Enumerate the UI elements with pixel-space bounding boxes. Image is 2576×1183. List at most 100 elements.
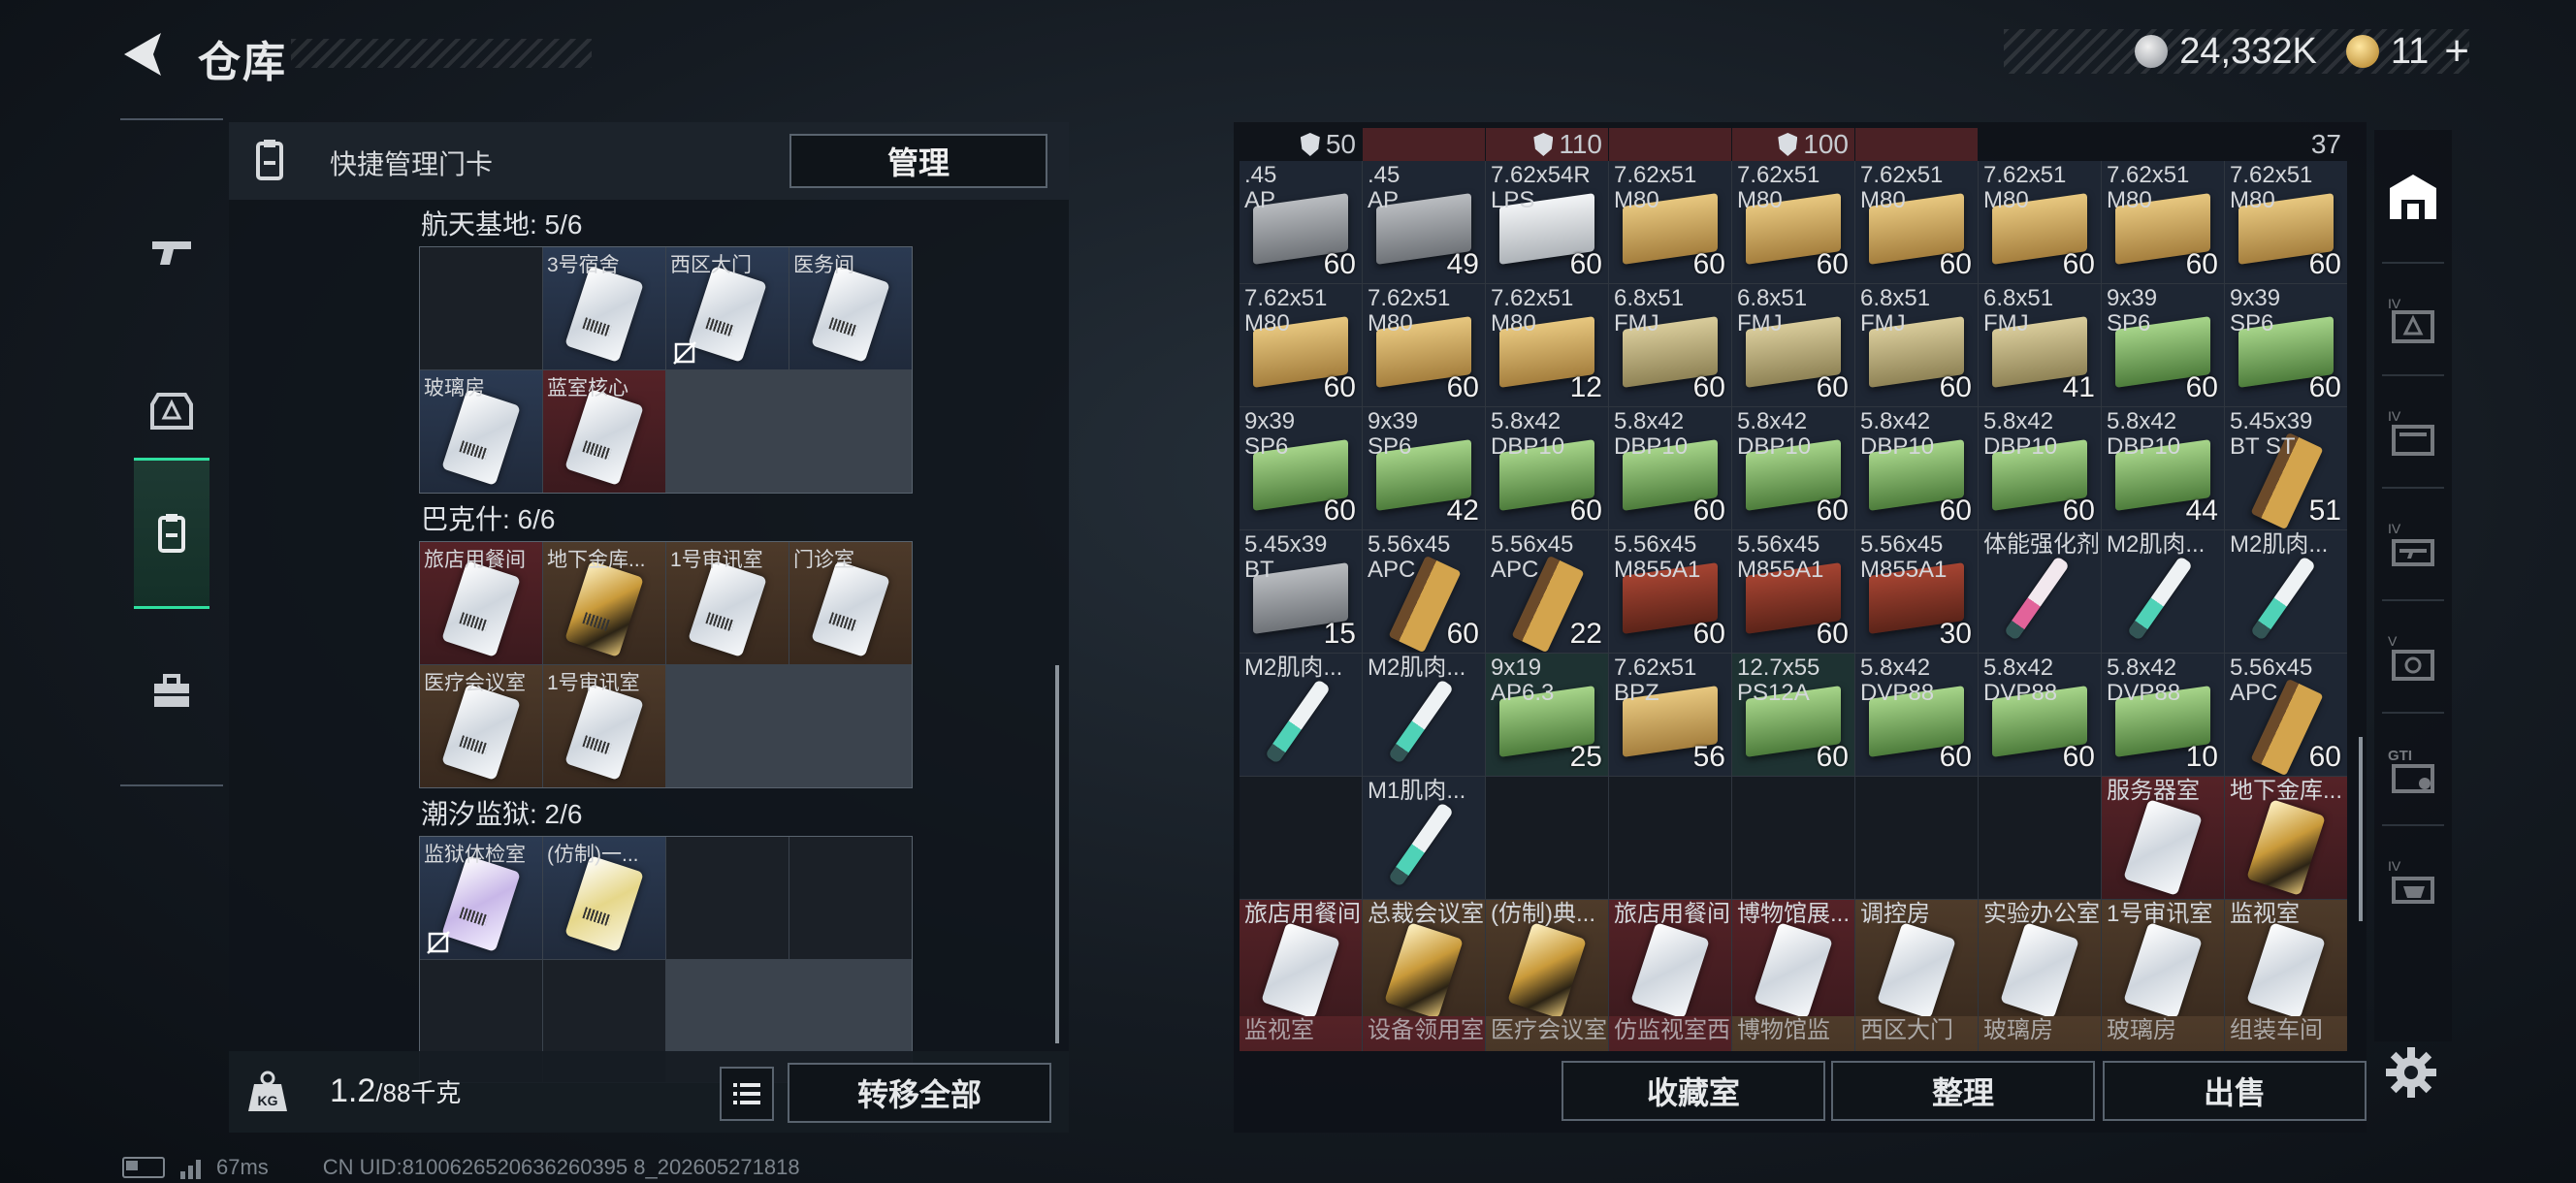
- inventory-item[interactable]: M2肌肉...: [2225, 530, 2347, 653]
- inventory-item[interactable]: 监视室: [1240, 1016, 1362, 1051]
- keycard-slot[interactable]: 西区大门: [666, 247, 789, 369]
- inventory-item[interactable]: .45 AP 60: [1240, 161, 1362, 283]
- inventory-item[interactable]: 监视室: [2225, 900, 2347, 1022]
- nav-keycards[interactable]: [134, 458, 209, 609]
- inventory-item[interactable]: 9x39 SP6 60: [2102, 284, 2224, 406]
- inventory-item[interactable]: 西区大门: [1855, 1016, 1978, 1051]
- inventory-item[interactable]: 9x19 AP6.3 25: [1486, 654, 1608, 776]
- list-view-button[interactable]: [720, 1067, 774, 1121]
- nav-weapons[interactable]: [134, 178, 209, 324]
- inventory-item[interactable]: 7.62x51 M80 60: [2225, 161, 2347, 283]
- inventory-item[interactable]: 博物馆监: [1732, 1016, 1854, 1051]
- inventory-item[interactable]: 7.62x51 M80 60: [1732, 161, 1854, 283]
- inventory-item[interactable]: 旅店用餐间: [1609, 900, 1731, 1022]
- inventory-item[interactable]: 总裁会议室: [1363, 900, 1485, 1022]
- inventory-item[interactable]: 体能强化剂: [1979, 530, 2101, 653]
- inventory-item[interactable]: 7.62x51 M80 60: [1609, 161, 1731, 283]
- tab-storage-4[interactable]: V: [2382, 609, 2444, 706]
- inventory-item[interactable]: 5.56x45 M855A1 60: [1732, 530, 1854, 653]
- sell-button[interactable]: 出售: [2103, 1061, 2367, 1121]
- inventory-item[interactable]: 博物馆展...: [1732, 900, 1854, 1022]
- inventory-item[interactable]: 旅店用餐间: [1240, 900, 1362, 1022]
- manage-button[interactable]: 管理: [789, 134, 1047, 188]
- inventory-item[interactable]: 设备领用室: [1363, 1016, 1485, 1051]
- inventory-item[interactable]: 12.7x55 PS12A 60: [1732, 654, 1854, 776]
- inventory-item[interactable]: 7.62x51 M80 60: [1979, 161, 2101, 283]
- organize-button[interactable]: 整理: [1831, 1061, 2095, 1121]
- inventory-item[interactable]: 6.8x51 FMJ 60: [1609, 284, 1731, 406]
- inventory-item[interactable]: 5.8x42 DBP10 60: [1609, 407, 1731, 529]
- inventory-item[interactable]: M1肌肉...: [1363, 777, 1485, 899]
- transfer-all-button[interactable]: 转移全部: [788, 1063, 1051, 1123]
- top-row-cell[interactable]: [1363, 128, 1485, 161]
- top-row-cell[interactable]: [2102, 128, 2224, 161]
- inventory-item[interactable]: 玻璃房: [2102, 1016, 2224, 1051]
- back-arrow-icon[interactable]: [118, 29, 167, 80]
- inventory-item[interactable]: 5.45x39 BT ST 51: [2225, 407, 2347, 529]
- keycard-slot[interactable]: (仿制)一...: [543, 837, 665, 959]
- inventory-item[interactable]: 7.62x51 BPZ 56: [1609, 654, 1731, 776]
- inventory-item[interactable]: 5.8x42 DBP10 44: [2102, 407, 2224, 529]
- inventory-item[interactable]: 地下金库...: [2225, 777, 2347, 899]
- inventory-item[interactable]: 6.8x51 FMJ 41: [1979, 284, 2101, 406]
- collection-room-button[interactable]: 收藏室: [1562, 1061, 1825, 1121]
- inventory-item[interactable]: 5.56x45 APC 60: [1363, 530, 1485, 653]
- inventory-item[interactable]: M2肌肉...: [1240, 654, 1362, 776]
- nav-misc[interactable]: [134, 619, 209, 764]
- add-currency-button[interactable]: +: [2444, 27, 2469, 76]
- inventory-item[interactable]: 7.62x54R LPS 60: [1486, 161, 1608, 283]
- keycard-slot[interactable]: 蓝室核心: [543, 370, 665, 493]
- inventory-item[interactable]: 9x39 SP6 60: [1240, 407, 1362, 529]
- inventory-item[interactable]: 5.56x45 M855A1 60: [1609, 530, 1731, 653]
- top-row-cell[interactable]: 110: [1486, 128, 1608, 161]
- inventory-item[interactable]: 7.62x51 M80 60: [2102, 161, 2224, 283]
- inventory-item[interactable]: 实验办公室: [1979, 900, 2101, 1022]
- inventory-item[interactable]: 服务器室: [2102, 777, 2224, 899]
- tab-storage-6[interactable]: IV: [2382, 834, 2444, 931]
- inventory-item[interactable]: (仿制)典...: [1486, 900, 1608, 1022]
- inventory-item[interactable]: 6.8x51 FMJ 60: [1732, 284, 1854, 406]
- inventory-item[interactable]: 5.56x45 APC 22: [1486, 530, 1608, 653]
- tab-storage-1[interactable]: IV: [2382, 272, 2444, 368]
- settings-gear-icon[interactable]: [2382, 1043, 2440, 1102]
- inventory-item[interactable]: 调控房: [1855, 900, 1978, 1022]
- inventory-item[interactable]: M2肌肉...: [1363, 654, 1485, 776]
- inventory-item[interactable]: 6.8x51 FMJ 60: [1855, 284, 1978, 406]
- inventory-item[interactable]: 5.8x42 DBP10 60: [1486, 407, 1608, 529]
- keycard-slot[interactable]: 监狱体检室: [420, 837, 542, 959]
- inventory-item[interactable]: 组装车间: [2225, 1016, 2347, 1051]
- inventory-item[interactable]: 仿监视室西: [1609, 1016, 1731, 1051]
- inventory-item[interactable]: 5.8x42 DBP10 60: [1855, 407, 1978, 529]
- keycard-panel-scrollbar[interactable]: [1055, 665, 1059, 1043]
- keycard-slot[interactable]: 玻璃房: [420, 370, 542, 493]
- keycard-slot[interactable]: 3号宿舍: [543, 247, 665, 369]
- tab-storage-3[interactable]: IV: [2382, 496, 2444, 593]
- inventory-item[interactable]: M2肌肉...: [2102, 530, 2224, 653]
- inventory-item[interactable]: 医疗会议室: [1486, 1016, 1608, 1051]
- inventory-item[interactable]: 7.62x51 M80 60: [1363, 284, 1485, 406]
- inventory-scrollbar[interactable]: [2359, 737, 2363, 921]
- keycard-slot[interactable]: 1号审讯室: [666, 542, 789, 664]
- top-row-cell[interactable]: 50: [1240, 128, 1362, 161]
- tab-storage-2[interactable]: IV: [2382, 384, 2444, 481]
- inventory-item[interactable]: 5.8x42 DVP88 60: [1855, 654, 1978, 776]
- inventory-item[interactable]: 5.45x39 BT 15: [1240, 530, 1362, 653]
- keycard-slot[interactable]: 门诊室: [789, 542, 912, 664]
- inventory-item[interactable]: 1号审讯室: [2102, 900, 2224, 1022]
- inventory-item[interactable]: 玻璃房: [1979, 1016, 2101, 1051]
- inventory-item[interactable]: 5.56x45 APC 60: [2225, 654, 2347, 776]
- inventory-item[interactable]: 5.8x42 DVP88 10: [2102, 654, 2224, 776]
- inventory-item[interactable]: 7.62x51 M80 60: [1855, 161, 1978, 283]
- keycard-slot[interactable]: 旅店用餐间: [420, 542, 542, 664]
- top-row-cell[interactable]: [1979, 128, 2101, 161]
- keycard-slot[interactable]: 医务间: [789, 247, 912, 369]
- inventory-item[interactable]: 9x39 SP6 60: [2225, 284, 2347, 406]
- top-row-cell[interactable]: [1609, 128, 1731, 161]
- inventory-item[interactable]: 7.62x51 M80 60: [1240, 284, 1362, 406]
- tab-storage-5[interactable]: GTI: [2382, 721, 2444, 818]
- keycard-slot[interactable]: 1号审讯室: [543, 665, 665, 787]
- top-row-cell[interactable]: [1855, 128, 1978, 161]
- inventory-item[interactable]: 5.8x42 DVP88 60: [1979, 654, 2101, 776]
- inventory-item[interactable]: 9x39 SP6 42: [1363, 407, 1485, 529]
- top-row-cell[interactable]: 37: [2225, 128, 2347, 161]
